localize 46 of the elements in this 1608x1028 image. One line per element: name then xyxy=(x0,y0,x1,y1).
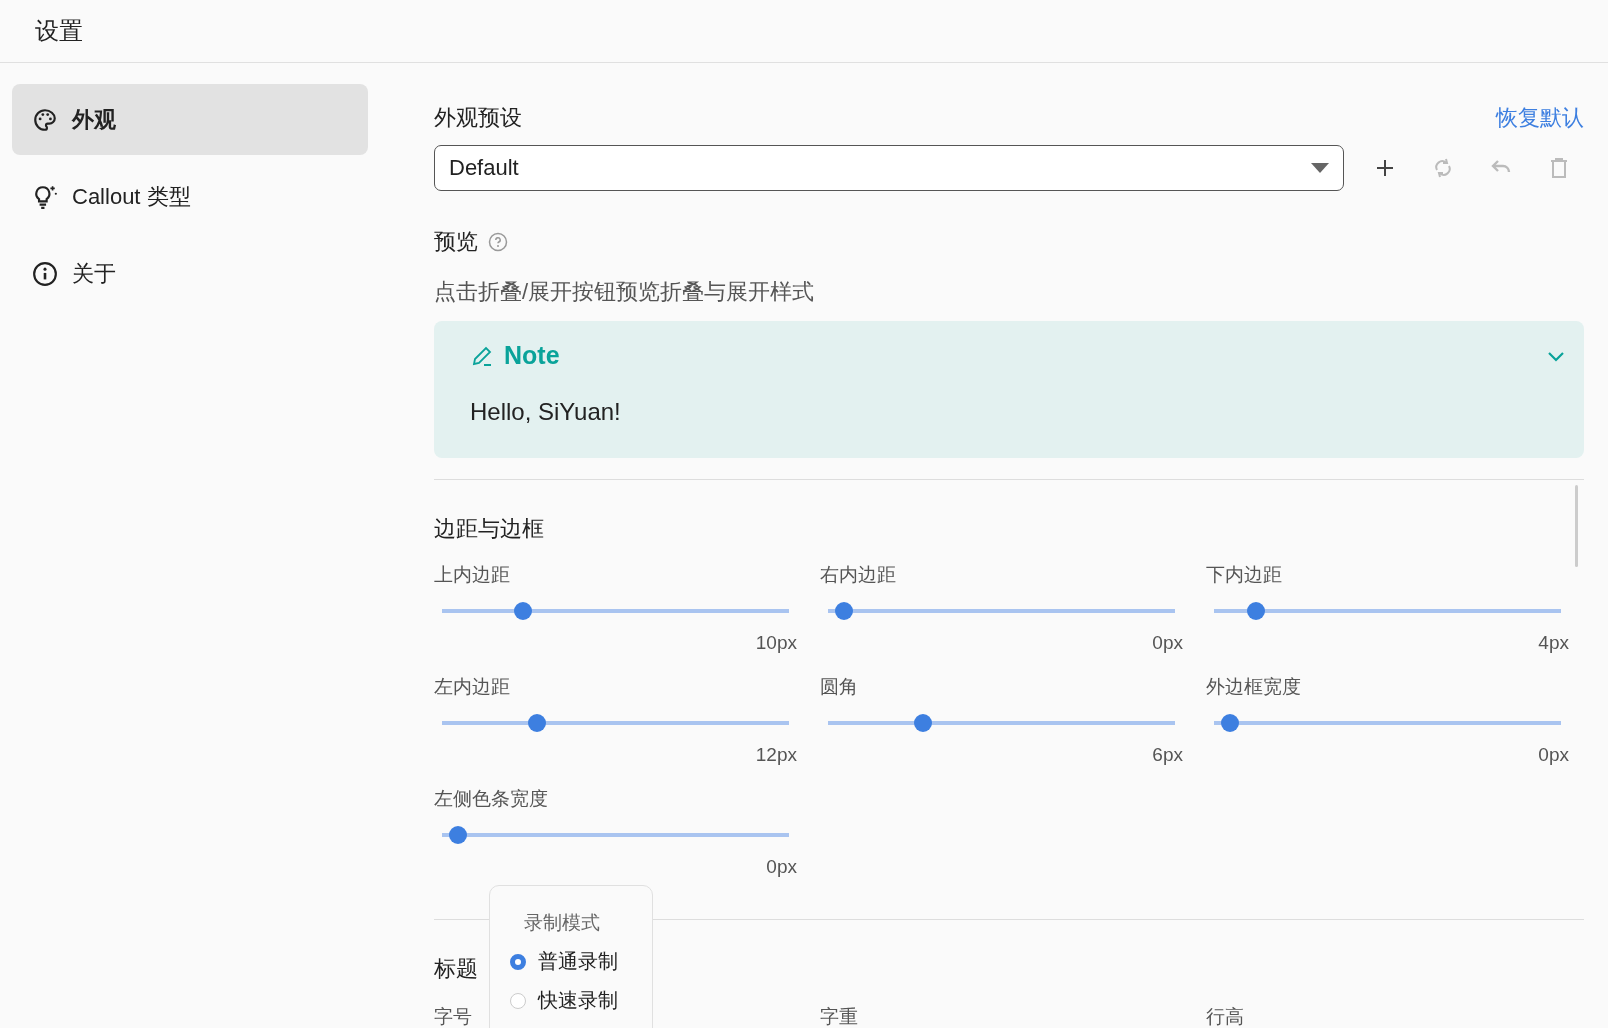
slider-thumb[interactable] xyxy=(1246,602,1265,620)
callout-body: Hello, SiYuan! xyxy=(470,398,622,426)
slider-value: 12px xyxy=(755,744,797,766)
preset-dropdown[interactable]: Default xyxy=(434,145,1344,191)
slider-thumb[interactable] xyxy=(527,714,546,732)
field-label: 字重 xyxy=(820,1006,858,1027)
window-title: 设置 xyxy=(35,16,83,46)
slider-thumb[interactable] xyxy=(1220,714,1239,732)
lightbulb-icon xyxy=(32,183,58,210)
slider-label: 右内边距 xyxy=(820,563,897,587)
sidebar-item[interactable]: Callout 类型 xyxy=(12,161,368,232)
caret-icon xyxy=(1311,163,1329,173)
slider-value: 10px xyxy=(755,632,797,654)
slider-label: 左侧色条宽度 xyxy=(434,787,549,811)
field-label: 行高 xyxy=(1206,1006,1244,1027)
slider-label: 左内边距 xyxy=(434,675,511,699)
preview-description: 点击折叠/展开按钮预览折叠与展开样式 xyxy=(434,278,816,306)
slider-value: 0px xyxy=(1538,744,1569,766)
slider-thumb[interactable] xyxy=(514,602,533,620)
field-label: 字号 xyxy=(434,1006,472,1027)
radio-option[interactable]: 普通录制 xyxy=(510,948,618,975)
slider-label: 外边框宽度 xyxy=(1206,675,1302,699)
slider-value: 6px xyxy=(1152,744,1183,766)
slider-thumb[interactable] xyxy=(913,714,932,732)
section-title: 标题 xyxy=(434,955,478,983)
sidebar-item[interactable]: 外观 xyxy=(12,84,368,155)
slider-label: 圆角 xyxy=(820,675,859,699)
slider-label: 下内边距 xyxy=(1206,563,1283,587)
scrollbar[interactable] xyxy=(1575,485,1578,567)
slider-value: 4px xyxy=(1538,632,1569,654)
slider-thumb[interactable] xyxy=(448,826,467,844)
slider-value: 0px xyxy=(1152,632,1183,654)
section-label: 预览 xyxy=(434,228,478,256)
reset-link[interactable]: 恢复默认 xyxy=(1496,103,1584,133)
slider-value: 0px xyxy=(766,856,797,878)
radio-option[interactable]: 快速录制 xyxy=(510,987,618,1014)
callout-title: Note xyxy=(504,341,560,370)
palette-icon xyxy=(32,106,58,133)
slider-label: 上内边距 xyxy=(434,563,511,587)
menu-title: 录制模式 xyxy=(523,911,601,935)
section-label: 外观预设 xyxy=(434,104,522,132)
slider-thumb[interactable] xyxy=(834,602,853,620)
section-title: 边距与边框 xyxy=(434,515,544,543)
sidebar-item[interactable]: 关于 xyxy=(12,238,368,309)
info-icon xyxy=(32,260,58,287)
help-icon[interactable] xyxy=(488,232,508,252)
